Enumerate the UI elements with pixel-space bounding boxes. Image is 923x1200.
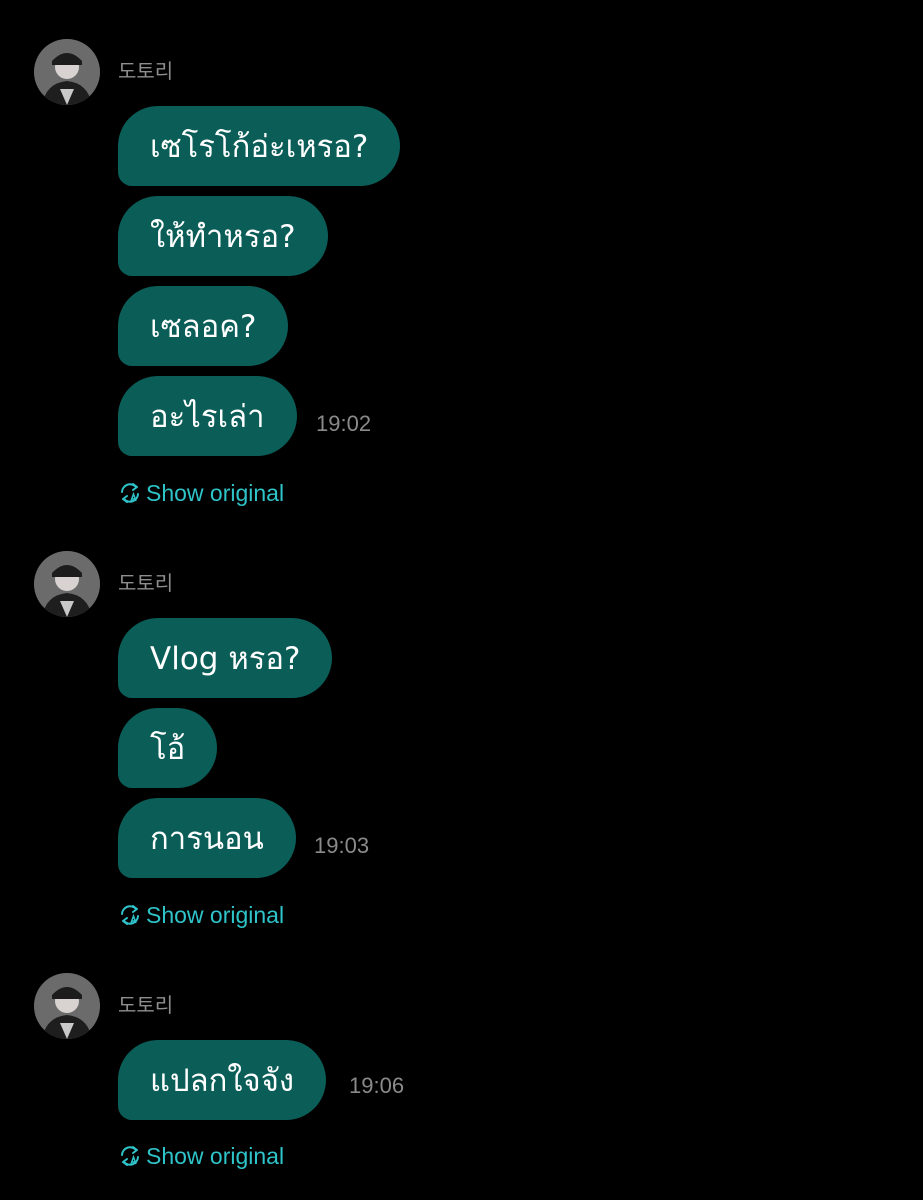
message-text: การนอน [150, 821, 264, 857]
message-text: ให้ทำหรอ? [150, 219, 296, 255]
message-timestamp: 19:03 [314, 833, 370, 858]
message-text: Vlog หรอ? [150, 641, 301, 677]
show-original-label: Show original [146, 1142, 285, 1169]
message-text: อะไรเล่า [150, 399, 265, 435]
translate-icon [121, 1146, 139, 1166]
show-original-label: Show original [146, 901, 285, 928]
message-text: แปลกใจจัง [150, 1063, 295, 1099]
translate-icon [121, 483, 139, 503]
message-bubble[interactable]: โอ้ [118, 708, 218, 788]
message-text: เซลอค? [150, 309, 257, 345]
message-bubble[interactable]: Vlog หรอ? [118, 618, 333, 698]
message-bubble[interactable]: ให้ทำหรอ? [118, 196, 328, 276]
show-original-label: Show original [146, 479, 285, 506]
show-original-button[interactable]: Show original [118, 1141, 284, 1171]
avatar-image [34, 551, 100, 617]
translate-icon [121, 905, 139, 925]
message-bubble[interactable]: แปลกใจจัง [118, 1040, 327, 1120]
message-timestamp: 19:02 [316, 411, 372, 436]
show-original-button[interactable]: Show original [118, 900, 284, 930]
message-bubble[interactable]: การนอน [118, 798, 296, 878]
message-bubble[interactable]: เซโรโก้อ่ะเหรอ? [118, 106, 401, 186]
sender-name: 도토리 [118, 59, 174, 83]
avatar-image [34, 39, 100, 105]
show-original-button[interactable]: Show original [118, 478, 284, 508]
avatar[interactable] [34, 551, 100, 617]
avatar[interactable] [34, 39, 100, 105]
message-bubble[interactable]: อะไรเล่า [118, 376, 297, 456]
message-bubble[interactable]: เซลอค? [118, 286, 289, 366]
sender-name: 도토리 [118, 993, 174, 1017]
message-text: เซโรโก้อ่ะเหรอ? [150, 129, 369, 165]
message-text: โอ้ [150, 731, 186, 767]
sender-name: 도토리 [118, 571, 174, 595]
message-timestamp: 19:06 [349, 1073, 405, 1098]
avatar[interactable] [34, 973, 100, 1039]
avatar-image [34, 973, 100, 1039]
